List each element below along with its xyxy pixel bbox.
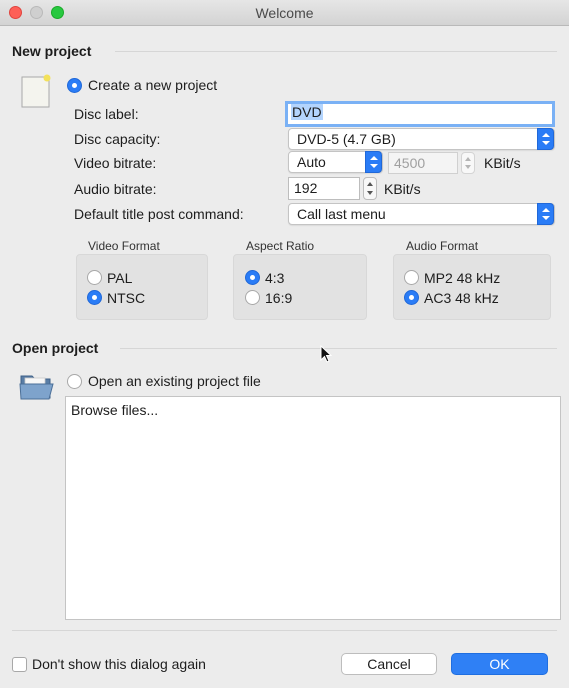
video-bitrate-mode-value: Auto (297, 154, 326, 170)
open-existing-label: Open an existing project file (88, 373, 261, 389)
pal-radio[interactable] (87, 270, 102, 285)
ntsc-label: NTSC (107, 290, 146, 306)
audio-format-heading: Audio Format (406, 239, 479, 253)
cancel-button[interactable]: Cancel (341, 653, 437, 675)
video-format-group (76, 254, 208, 320)
aspect-4-3-radio[interactable] (245, 270, 260, 285)
title-bar: Welcome (0, 0, 569, 26)
disc-capacity-value: DVD-5 (4.7 GB) (297, 131, 396, 147)
disc-capacity-chevron-icon (537, 128, 554, 150)
video-format-heading: Video Format (88, 239, 160, 253)
dont-show-label: Don't show this dialog again (32, 656, 206, 672)
audio-bitrate-stepper[interactable] (363, 177, 377, 200)
new-document-icon (21, 74, 51, 108)
video-bitrate-stepper[interactable] (461, 152, 475, 174)
ac3-radio[interactable] (404, 290, 419, 305)
create-new-project-label: Create a new project (88, 77, 218, 93)
video-bitrate-unit: KBit/s (484, 155, 521, 171)
aspect-ratio-group (233, 254, 367, 320)
browse-files-item[interactable]: Browse files... (71, 402, 158, 418)
ntsc-radio[interactable] (87, 290, 102, 305)
open-folder-icon (19, 375, 54, 400)
new-project-divider (115, 51, 557, 52)
pal-label: PAL (107, 270, 133, 286)
mp2-label: MP2 48 kHz (424, 270, 501, 286)
aspect-16-9-radio[interactable] (245, 290, 260, 305)
disc-capacity-label: Disc capacity: (74, 131, 161, 147)
mp2-radio[interactable] (404, 270, 419, 285)
post-command-select[interactable]: Call last menu (288, 203, 555, 225)
audio-format-group (393, 254, 551, 320)
audio-bitrate-label: Audio bitrate: (74, 181, 157, 197)
mouse-pointer-icon (320, 345, 332, 363)
aspect-16-9-label: 16:9 (265, 290, 293, 306)
ac3-label: AC3 48 kHz (424, 290, 499, 306)
ok-button[interactable]: OK (451, 653, 548, 675)
post-command-chevron-icon (537, 203, 554, 225)
video-bitrate-input[interactable]: 4500 (388, 152, 458, 174)
disc-capacity-select[interactable]: DVD-5 (4.7 GB) (288, 128, 555, 150)
post-command-label: Default title post command: (74, 206, 244, 222)
project-file-list[interactable]: Browse files... (65, 396, 561, 620)
footer-divider (12, 630, 557, 631)
video-bitrate-value: 4500 (394, 155, 426, 171)
open-project-heading: Open project (12, 340, 99, 356)
video-bitrate-mode-select[interactable]: Auto (288, 151, 383, 173)
video-bitrate-mode-chevron-icon (365, 151, 382, 173)
dont-show-checkbox[interactable] (12, 657, 27, 672)
window-title: Welcome (255, 5, 314, 21)
welcome-window: Welcome New project Create a new project… (0, 0, 569, 688)
aspect-4-3-label: 4:3 (265, 270, 285, 286)
audio-bitrate-value: 192 (294, 180, 318, 196)
open-project-divider (120, 348, 557, 349)
audio-bitrate-input[interactable]: 192 (288, 177, 360, 200)
disc-label-value: DVD (291, 104, 323, 120)
create-new-project-radio[interactable] (67, 78, 82, 93)
new-project-heading: New project (12, 43, 92, 59)
disc-label-input[interactable]: DVD (285, 101, 555, 127)
disc-label-label: Disc label: (74, 106, 139, 122)
post-command-value: Call last menu (297, 206, 386, 222)
audio-bitrate-unit: KBit/s (384, 181, 421, 197)
open-existing-radio[interactable] (67, 374, 82, 389)
aspect-ratio-heading: Aspect Ratio (246, 239, 315, 253)
video-bitrate-label: Video bitrate: (74, 155, 157, 171)
